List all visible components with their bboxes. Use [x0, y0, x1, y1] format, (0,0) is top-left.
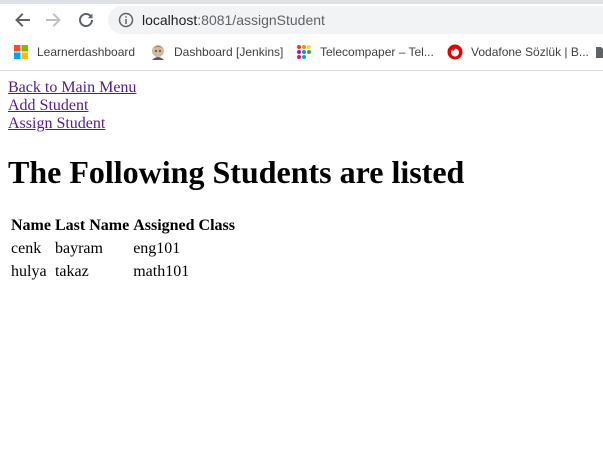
- reload-icon: [79, 13, 93, 28]
- bookmark-label: Telecompaper – Tel...: [320, 45, 434, 59]
- table-row: hulya takaz math101: [10, 261, 236, 282]
- bookmark-label: Learnerdashboard: [37, 45, 136, 59]
- telecompaper-icon: [297, 45, 311, 59]
- microsoft-icon: [14, 45, 28, 59]
- bookmark-overflow[interactable]: [595, 42, 603, 62]
- cell-last-name: takaz: [54, 263, 89, 280]
- reload-button[interactable]: [73, 8, 99, 32]
- table-row: cenk bayram eng101: [10, 238, 236, 259]
- cell-name: hulya: [11, 263, 47, 280]
- page-title: The Following Students are listed: [8, 154, 465, 190]
- bookmark-vodafone[interactable]: Vodafone Sözlük | B...: [447, 42, 589, 62]
- browser-chrome: localhost:8081/assignStudent Learnerdash…: [0, 0, 603, 71]
- url-path: :8081/assignStudent: [197, 12, 325, 28]
- back-to-main-menu-link[interactable]: Back to Main Menu: [8, 79, 136, 97]
- page-content: Back to Main Menu Add Student Assign Stu…: [0, 71, 603, 465]
- info-icon[interactable]: [118, 12, 134, 28]
- cell-assigned-class: eng101: [133, 240, 181, 257]
- bookmark-telecompaper[interactable]: Telecompaper – Tel...: [296, 42, 434, 62]
- column-header-name: Name: [11, 217, 51, 234]
- cell-last-name: bayram: [54, 240, 103, 257]
- tab-strip-edge: [0, 0, 603, 4]
- jenkins-icon: [152, 45, 164, 60]
- back-button[interactable]: [9, 8, 35, 32]
- cell-name: cenk: [11, 240, 42, 257]
- bookmark-label: Dashboard [Jenkins]: [174, 45, 284, 59]
- add-student-link[interactable]: Add Student: [8, 97, 136, 115]
- url-host: localhost: [142, 12, 198, 28]
- bookmark-label: Vodafone Sözlük | B...: [471, 45, 589, 59]
- bookmark-folder-icon: [596, 47, 603, 58]
- address-bar[interactable]: localhost:8081/assignStudent: [108, 6, 603, 34]
- cell-assigned-class: math101: [133, 263, 190, 280]
- bookmark-learnerdashboard[interactable]: Learnerdashboard: [13, 42, 135, 62]
- back-arrow-icon: [15, 13, 30, 27]
- url-text[interactable]: localhost:8081/assignStudent: [142, 12, 325, 28]
- column-header-last-name: Last Name: [54, 217, 130, 234]
- column-header-assigned-class: Assigned Class: [133, 217, 236, 234]
- table-header-row: Name Last Name Assigned Class: [10, 215, 236, 236]
- bookmarks-bar: Learnerdashboard Dashboard [Jenkins] Tel…: [0, 40, 603, 64]
- bookmark-jenkins[interactable]: Dashboard [Jenkins]: [150, 42, 283, 62]
- assign-student-link[interactable]: Assign Student: [8, 115, 136, 133]
- nav-links: Back to Main Menu Add Student Assign Stu…: [8, 79, 136, 133]
- forward-button[interactable]: [41, 8, 67, 32]
- vodafone-icon: [447, 44, 463, 60]
- students-table: Name Last Name Assigned Class cenk bayra…: [8, 213, 238, 284]
- forward-arrow-icon: [46, 13, 61, 27]
